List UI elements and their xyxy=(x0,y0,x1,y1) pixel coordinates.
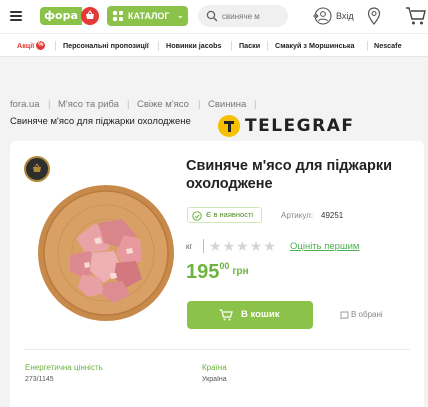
breadcrumb-separator: | xyxy=(198,99,201,110)
breadcrumb-link[interactable]: Свіже м'ясо xyxy=(137,99,189,110)
promo-item-sales[interactable]: Акції% xyxy=(17,34,46,56)
unit-label: кг xyxy=(186,242,193,251)
promo-nav: Акції% Персональні пропозиції Новинки ja… xyxy=(0,33,428,57)
search-box[interactable] xyxy=(198,5,288,27)
promo-item-label: Акції xyxy=(17,41,35,50)
promo-item-morshynska[interactable]: Смакуй з Моршинська xyxy=(275,34,355,56)
divider xyxy=(24,349,410,350)
catalog-label: КАТАЛОГ xyxy=(128,11,170,21)
promo-item-jacobs[interactable]: Новинки jacobs xyxy=(166,34,222,56)
site-header: фора КАТАЛОГ ⌄ Вхід xyxy=(0,0,428,33)
divider xyxy=(367,41,368,51)
article-label: Артикул: xyxy=(281,211,314,220)
promo-item-personal-offers[interactable]: Персональні пропозиції xyxy=(63,34,149,56)
favorite-label: В обрані xyxy=(351,310,383,319)
search-input[interactable] xyxy=(222,9,284,23)
promo-item-easter[interactable]: Паски xyxy=(239,34,260,56)
store-badge-icon xyxy=(24,156,50,182)
divider xyxy=(231,41,232,51)
spec-label-energy: Енергетична цінність xyxy=(25,363,103,372)
location-pin-icon[interactable] xyxy=(367,7,381,25)
divider xyxy=(267,41,268,51)
price-currency: грн xyxy=(232,266,249,277)
star-icon[interactable]: ★ xyxy=(250,240,263,254)
logo-basket-icon xyxy=(81,7,99,25)
product-card: Свиняче м'ясо для піджарки охолоджене Є … xyxy=(10,141,424,407)
logo-wordmark: фора xyxy=(40,7,82,25)
rate-first-link[interactable]: Оцініть першим xyxy=(290,241,359,252)
chevron-down-icon: ⌄ xyxy=(177,11,184,20)
spec-value-energy: 273/1145 xyxy=(25,376,54,383)
availability-badge: Є в наявності xyxy=(187,207,262,223)
logo[interactable]: фора xyxy=(40,7,100,25)
divider xyxy=(55,41,56,51)
add-to-cart-button[interactable]: В кошик xyxy=(187,301,313,329)
spec-label-country: Країна xyxy=(202,363,227,372)
telegraf-logo-icon xyxy=(218,115,240,137)
percent-icon: % xyxy=(36,40,46,50)
check-circle-icon xyxy=(192,211,202,221)
user-icon xyxy=(313,7,332,25)
star-icon[interactable]: ★ xyxy=(263,240,276,254)
breadcrumb-separator: | xyxy=(127,99,130,110)
spec-value-country: Україна xyxy=(202,376,227,383)
breadcrumb-current: Свиняче м'ясо для піджарки охолоджене xyxy=(10,116,191,127)
breadcrumb-separator: | xyxy=(48,99,51,110)
promo-item-nescafe[interactable]: Nescafe xyxy=(374,34,402,56)
menu-icon[interactable] xyxy=(10,11,22,21)
search-icon xyxy=(206,10,218,22)
divider xyxy=(158,41,159,51)
availability-label: Є в наявності xyxy=(206,210,254,219)
breadcrumb-link[interactable]: fora.ua xyxy=(10,99,40,110)
article-value: 49251 xyxy=(321,211,344,220)
divider xyxy=(203,239,204,253)
bookmark-icon xyxy=(340,311,349,319)
cart-icon xyxy=(219,309,233,321)
product-image xyxy=(38,185,174,321)
price-integer: 195 xyxy=(186,261,220,283)
star-icon[interactable]: ★ xyxy=(223,240,236,254)
star-icon[interactable]: ★ xyxy=(236,240,249,254)
login-label: Вхід xyxy=(336,11,354,21)
price-fraction: 00 xyxy=(219,261,230,271)
catalog-button[interactable]: КАТАЛОГ ⌄ xyxy=(107,6,188,26)
rating-stars[interactable]: ★★★★★ xyxy=(209,238,277,256)
product-title: Свиняче м'ясо для піджарки охолоджене xyxy=(186,158,393,192)
grid-icon xyxy=(113,11,123,21)
watermark-text: TELEGRAF xyxy=(245,116,355,136)
add-to-cart-label: В кошик xyxy=(241,309,280,320)
breadcrumb-link[interactable]: Свинина xyxy=(208,99,246,110)
cart-icon[interactable] xyxy=(405,6,427,26)
price: 19500 грн xyxy=(186,261,249,284)
star-icon[interactable]: ★ xyxy=(209,240,222,254)
breadcrumb-separator: | xyxy=(254,99,257,110)
breadcrumb-link[interactable]: М'ясо та риба xyxy=(58,99,119,110)
